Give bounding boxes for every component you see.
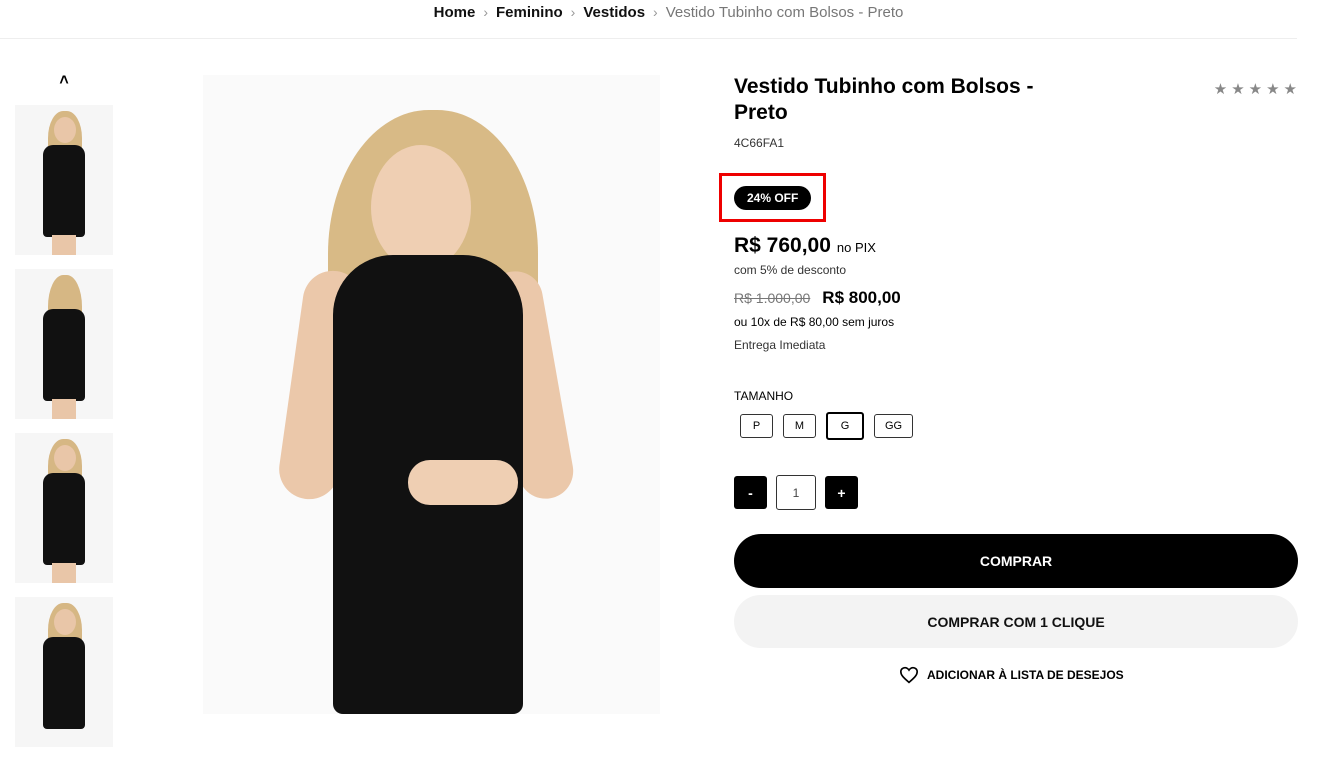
pix-price-value: R$ 760,00 (734, 234, 831, 257)
pix-discount-text: com 5% de desconto (734, 263, 847, 277)
heart-icon (899, 666, 919, 684)
thumbnail-dress (43, 473, 85, 565)
thumbnail-head (54, 609, 76, 635)
thumbnail-3[interactable] (15, 433, 113, 583)
thumbnail-head (54, 445, 76, 471)
main-product-image[interactable] (203, 75, 660, 714)
model-hands (408, 460, 518, 505)
pix-price: R$ 760,00 no PIX (734, 234, 876, 258)
quantity-stepper: - 1 + (734, 475, 858, 510)
size-option-p[interactable]: P (740, 414, 773, 438)
rating-stars[interactable]: ★ ★ ★ ★ ★ (1214, 80, 1297, 98)
current-price: R$ 800,00 (822, 288, 901, 307)
thumbnail-dress (43, 145, 85, 237)
size-label: TAMANHO (734, 389, 794, 403)
size-option-gg[interactable]: GG (874, 414, 914, 438)
size-option-m[interactable]: M (783, 414, 816, 438)
breadcrumb-feminino[interactable]: Feminino (496, 4, 563, 21)
wishlist-button[interactable]: ADICIONAR À LISTA DE DESEJOS (899, 666, 1124, 684)
thumbnail-dress (43, 637, 85, 729)
chevron-up-icon[interactable]: ˄ (54, 72, 74, 90)
thumbnail-legs (52, 563, 76, 583)
product-info: Vestido Tubinho com Bolsos - Preto ★ ★ ★… (719, 74, 1298, 684)
chevron-right-icon: › (653, 4, 658, 20)
chevron-right-icon: › (483, 4, 488, 20)
thumbnail-legs (52, 399, 76, 419)
thumbnail-list (15, 105, 113, 761)
header-divider (0, 38, 1297, 39)
size-option-g[interactable]: G (826, 412, 864, 440)
star-icon: ★ (1266, 81, 1280, 98)
quantity-decrease-button[interactable]: - (734, 476, 767, 509)
thumbnail-2[interactable] (15, 269, 113, 419)
star-icon: ★ (1231, 81, 1245, 98)
product-title: Vestido Tubinho com Bolsos - Preto (734, 75, 1034, 124)
discount-badge: 24% OFF (734, 186, 812, 210)
thumbnail-1[interactable] (15, 105, 113, 255)
breadcrumb-current: Vestido Tubinho com Bolsos - Preto (665, 3, 904, 21)
chevron-right-icon: › (570, 4, 576, 20)
breadcrumb-home[interactable]: Home (434, 4, 476, 21)
installments-text: ou 10x de R$ 80,00 sem juros (734, 315, 895, 329)
delivery-text: Entrega Imediata (734, 338, 826, 352)
breadcrumb-vestidos[interactable]: Vestidos (583, 4, 645, 21)
wishlist-label: ADICIONAR À LISTA DE DESEJOS (927, 668, 1124, 682)
star-icon: ★ (1283, 81, 1297, 98)
price-row: R$ 1.000,00 R$ 800,00 (734, 288, 901, 308)
buy-button[interactable]: COMPRAR (734, 534, 1298, 588)
star-icon: ★ (1248, 81, 1263, 98)
quantity-input[interactable]: 1 (776, 475, 816, 510)
size-selector: P M G GG (740, 412, 914, 440)
model-face (371, 145, 471, 270)
thumbnail-head (54, 117, 76, 143)
breadcrumb: Home › Feminino › Vestidos › Vestido Tub… (0, 0, 1337, 24)
star-icon: ★ (1213, 81, 1228, 98)
thumbnail-4[interactable] (15, 597, 113, 747)
thumbnail-legs (52, 235, 76, 255)
thumbnail-dress (43, 309, 85, 401)
quantity-increase-button[interactable]: + (825, 476, 858, 509)
buy-one-click-button[interactable]: COMPRAR COM 1 CLIQUE (734, 595, 1298, 648)
product-sku: 4C66FA1 (734, 136, 785, 150)
old-price: R$ 1.000,00 (734, 290, 811, 306)
pix-label: no PIX (836, 240, 876, 255)
